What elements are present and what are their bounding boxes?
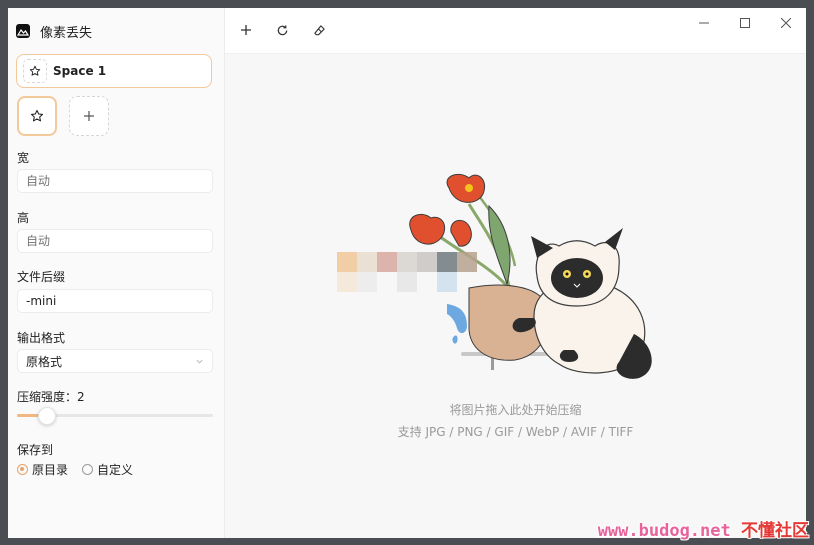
format-select-value: 原格式 — [26, 354, 63, 369]
height-label: 高 — [17, 211, 30, 225]
format-label: 输出格式 — [17, 331, 66, 345]
toolbar — [225, 8, 806, 54]
compression-label-row: 压缩强度：2 — [17, 388, 85, 405]
save-option-custom[interactable]: 自定义 — [82, 461, 133, 478]
eraser-icon — [313, 24, 325, 35]
drop-hint: 将图片拖入此处开始压缩 — [449, 403, 582, 417]
app-title-bar: 像素丢失 — [16, 22, 93, 41]
add-image-button[interactable] — [238, 22, 254, 38]
star-icon — [30, 109, 44, 122]
save-option-label: 自定义 — [97, 463, 134, 477]
refresh-icon — [277, 24, 287, 35]
compression-value: 2 — [77, 390, 85, 404]
space-card[interactable]: Space 1 — [16, 54, 212, 88]
compression-label: 压缩强度： — [17, 390, 78, 404]
save-option-original[interactable]: 原目录 — [17, 461, 68, 478]
close-icon — [781, 18, 791, 28]
radio-unselected-icon[interactable] — [82, 464, 94, 475]
space-star-button[interactable] — [17, 96, 57, 136]
watermark-site: 不懂社区 — [741, 521, 809, 541]
save-to-label: 保存到 — [17, 443, 54, 457]
suffix-input[interactable] — [17, 289, 213, 313]
format-select[interactable]: 原格式 — [17, 349, 213, 373]
app-logo-icon — [16, 24, 30, 38]
cat-vase-illustration-icon — [337, 173, 652, 379]
save-to-options: 原目录 自定义 — [17, 461, 147, 478]
space-name: Space 1 — [53, 64, 107, 78]
app-title: 像素丢失 — [40, 25, 93, 41]
minimize-button[interactable] — [696, 16, 712, 30]
app-window: 像素丢失 Space 1 宽 高 文件后缀 输出格式 原格式 压缩强度：2 — [8, 8, 806, 538]
watermark: www.budog.net 不懂社区 — [598, 516, 809, 541]
minimize-icon — [699, 22, 709, 24]
add-space-button[interactable] — [69, 96, 109, 136]
width-label: 宽 — [17, 151, 30, 165]
radio-selected-icon[interactable] — [17, 464, 28, 475]
save-option-label: 原目录 — [32, 463, 69, 477]
watermark-url: www.budog.net — [597, 521, 731, 541]
compression-slider-thumb[interactable] — [38, 407, 57, 425]
chevron-down-icon — [196, 359, 203, 364]
clear-button[interactable] — [311, 22, 327, 38]
maximize-button[interactable] — [737, 16, 753, 30]
width-input[interactable] — [17, 169, 213, 193]
maximize-icon — [740, 18, 750, 28]
plus-icon — [84, 111, 94, 121]
height-input[interactable] — [17, 229, 213, 253]
sidebar: 像素丢失 Space 1 宽 高 文件后缀 输出格式 原格式 压缩强度：2 — [8, 8, 225, 538]
supported-formats: 支持 JPG / PNG / GIF / WebP / AVIF / TIFF — [397, 425, 634, 439]
suffix-label: 文件后缀 — [17, 270, 66, 284]
close-button[interactable] — [778, 16, 794, 30]
refresh-button[interactable] — [274, 22, 290, 38]
drop-zone[interactable]: 将图片拖入此处开始压缩 支持 JPG / PNG / GIF / WebP / … — [225, 8, 806, 538]
star-icon — [23, 59, 47, 83]
plus-icon — [241, 25, 251, 35]
compression-slider[interactable] — [17, 407, 213, 425]
